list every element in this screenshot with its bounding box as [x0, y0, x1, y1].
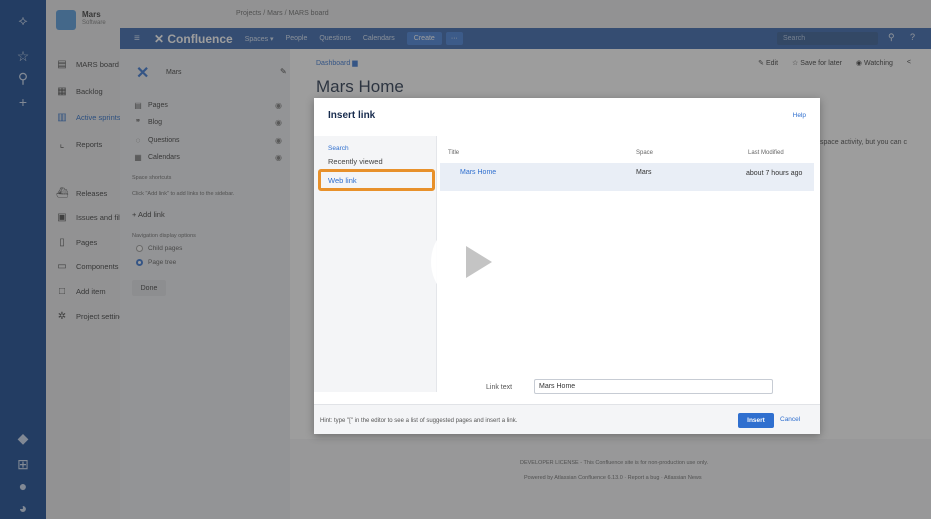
row-title[interactable]: Mars Home: [460, 169, 496, 176]
link-text-input[interactable]: [534, 379, 773, 394]
link-text-label: Link text: [486, 384, 513, 391]
help-link[interactable]: Help: [793, 112, 806, 119]
insert-link-dialog: Insert link Help Search Recently viewed …: [314, 98, 820, 434]
row-space: Mars: [636, 169, 652, 176]
dialog-footer: Hint: type "[" in the editor to see a li…: [314, 404, 820, 434]
column-header-space: Space: [636, 150, 654, 156]
table-row[interactable]: Mars Home Mars about 7 hours ago: [440, 163, 814, 191]
cancel-button[interactable]: Cancel: [780, 416, 800, 423]
insert-button[interactable]: Insert: [738, 413, 774, 428]
play-icon: [466, 246, 492, 278]
column-header-title: Title: [448, 150, 460, 156]
tab-search[interactable]: Search: [328, 145, 349, 152]
row-modified: about 7 hours ago: [746, 170, 803, 177]
hint-text: Hint: type "[" in the editor to see a li…: [320, 418, 518, 424]
play-button[interactable]: [431, 218, 519, 306]
column-header-modified: Last Modified: [748, 150, 784, 156]
web-link-highlight: [318, 169, 435, 191]
dialog-title: Insert link: [328, 110, 376, 121]
tab-recently-viewed[interactable]: Recently viewed: [328, 157, 383, 166]
